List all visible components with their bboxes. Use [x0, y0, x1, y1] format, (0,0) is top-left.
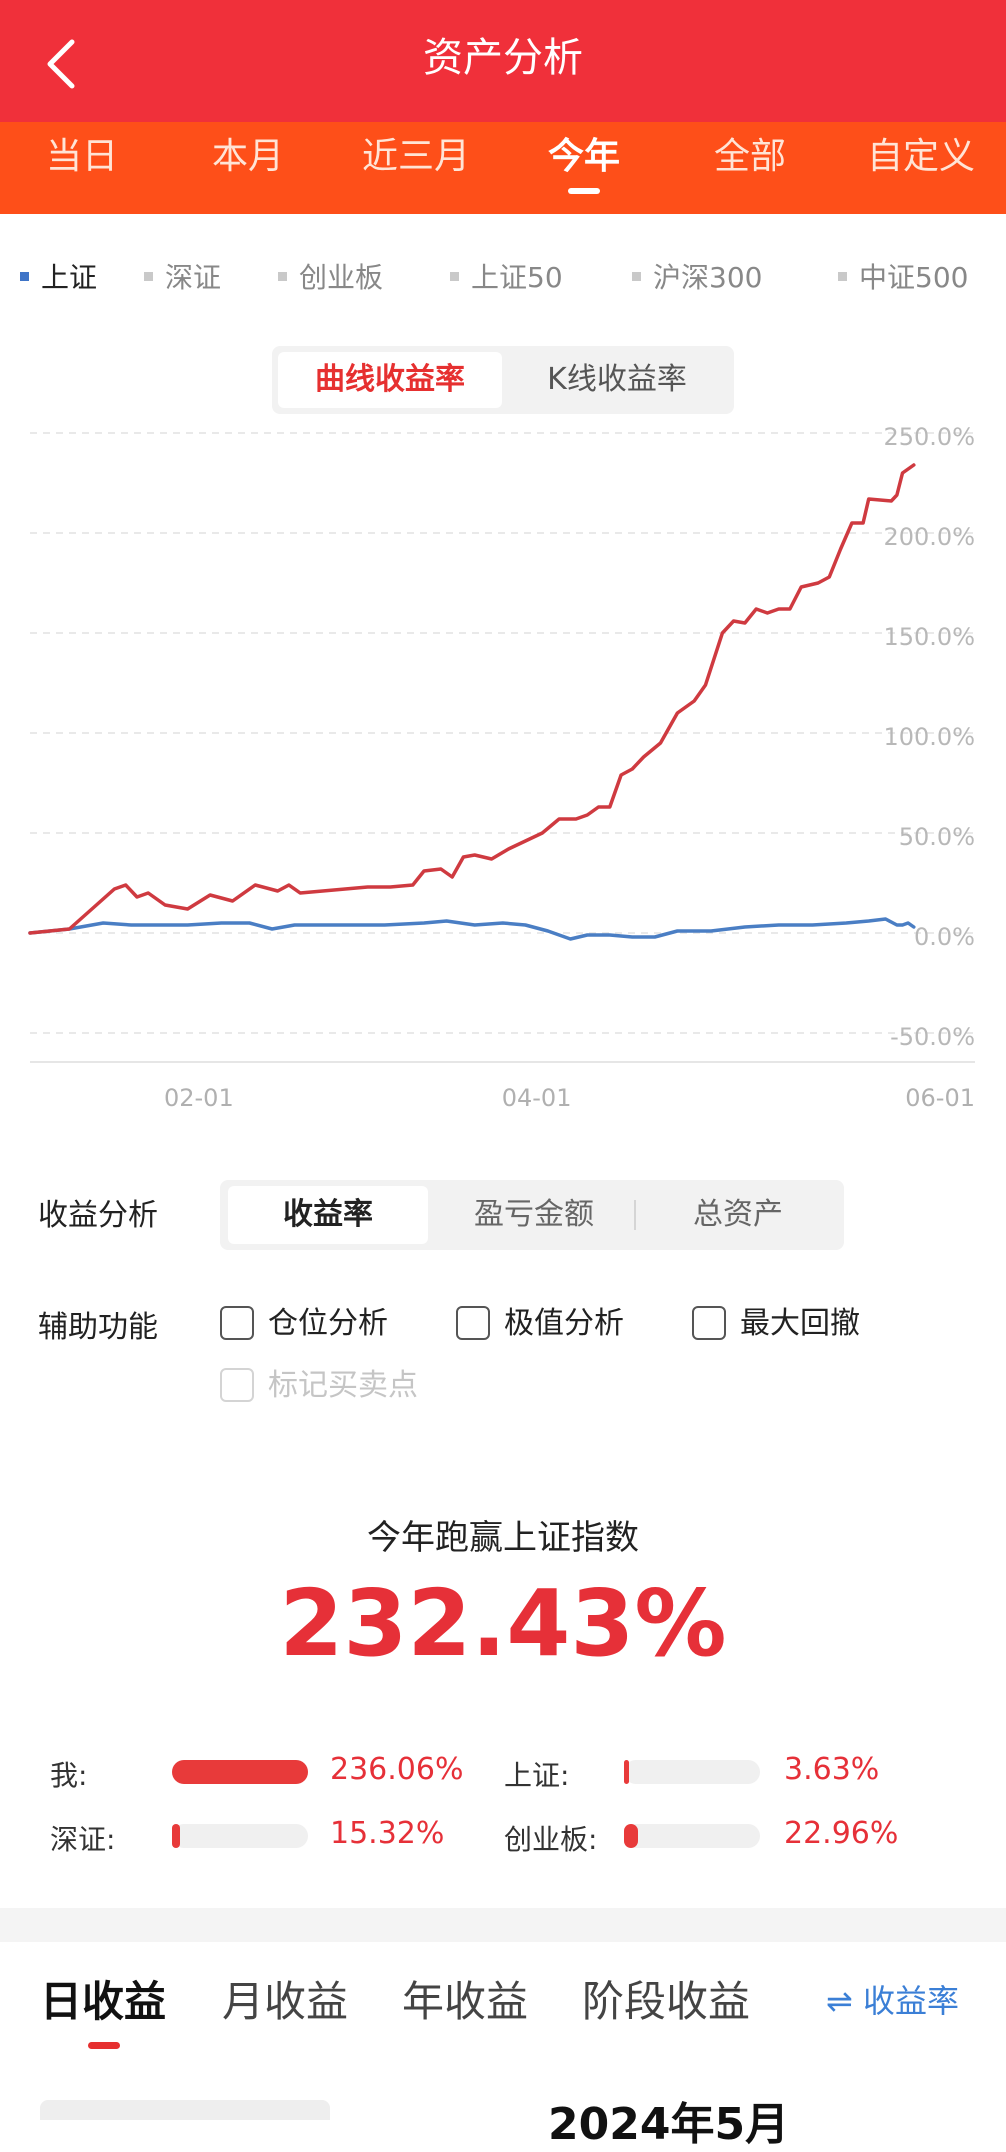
- compare-bar-fill: [172, 1824, 181, 1848]
- compare-value-shenzhen: 15.32%: [330, 1816, 445, 1851]
- compare-bar-shanghai: [624, 1760, 760, 1784]
- tab-this-month[interactable]: 本月: [188, 122, 308, 214]
- index-csi300[interactable]: 沪深300: [632, 256, 762, 296]
- y-tick-label: 200.0%: [883, 523, 975, 551]
- x-tick-label: 02-01: [164, 1084, 234, 1110]
- tab-monthly-return[interactable]: 月收益: [222, 1968, 348, 2029]
- checkbox-mark-trades[interactable]: 标记买卖点: [220, 1364, 418, 1408]
- compare-bar-fill: [624, 1824, 638, 1848]
- aux-label: 辅助功能: [38, 1310, 158, 1345]
- x-tick-label: 04-01: [502, 1084, 572, 1110]
- legend-square-icon: [450, 271, 459, 281]
- index-shanghai[interactable]: 上证: [20, 256, 97, 296]
- bottom-tab-underline: [88, 2042, 120, 2049]
- calendar-month-title: 2024年5月: [548, 2099, 790, 2150]
- period-tab-bar: 当日 本月 近三月 今年 全部 自定义: [0, 122, 1006, 214]
- mode-curve-return[interactable]: 曲线收益率: [278, 352, 502, 408]
- x-tick-label: 06-01: [905, 1084, 975, 1110]
- tab-custom[interactable]: 自定义: [856, 122, 986, 214]
- y-tick-label: -50.0%: [890, 1023, 975, 1051]
- y-tick-label: 50.0%: [899, 823, 975, 851]
- compare-label-me: 我:: [50, 1759, 88, 1792]
- tab-three-months[interactable]: 近三月: [346, 122, 486, 214]
- compare-bar-shenzhen: [172, 1824, 308, 1848]
- seg-profit-amount[interactable]: 盈亏金额: [434, 1186, 634, 1244]
- compare-label-shanghai: 上证:: [504, 1759, 570, 1792]
- series-line: [28, 463, 916, 935]
- y-tick-label: 150.0%: [883, 623, 975, 651]
- return-rate-toggle[interactable]: ⇌ 收益率: [826, 1976, 959, 2022]
- tab-all[interactable]: 全部: [690, 122, 810, 214]
- calendar-peek: [40, 2100, 330, 2120]
- tab-this-year[interactable]: 今年: [524, 122, 644, 214]
- seg-return-rate[interactable]: 收益率: [228, 1186, 428, 1244]
- segment-divider: [634, 1200, 636, 1230]
- index-shenzhen[interactable]: 深证: [144, 256, 221, 296]
- y-tick-label: 250.0%: [883, 423, 975, 451]
- index-chinext[interactable]: 创业板: [278, 256, 383, 296]
- seg-total-assets[interactable]: 总资产: [638, 1186, 838, 1244]
- compare-bar-me: [172, 1760, 308, 1784]
- analysis-segmented-control: 收益率 盈亏金额 总资产: [220, 1180, 844, 1250]
- compare-bar-fill: [172, 1760, 308, 1784]
- compare-value-shanghai: 3.63%: [784, 1752, 880, 1787]
- checkbox-max-drawdown[interactable]: 最大回撤: [692, 1302, 860, 1346]
- analysis-label: 收益分析: [38, 1198, 158, 1233]
- tab-today[interactable]: 当日: [22, 122, 142, 214]
- legend-square-icon: [20, 271, 29, 281]
- legend-square-icon: [632, 271, 641, 281]
- checkbox-icon: [220, 1367, 254, 1402]
- tab-yearly-return[interactable]: 年收益: [402, 1968, 528, 2029]
- y-tick-label: 100.0%: [883, 723, 975, 751]
- checkbox-icon: [692, 1305, 726, 1340]
- swap-icon: ⇌: [826, 1982, 853, 2020]
- return-chart: 250.0% 200.0% 150.0% 100.0% 50.0% 0.0% -50.0% 0…: [0, 410, 1006, 1112]
- compare-value-chinext: 22.96%: [784, 1816, 899, 1851]
- compare-label-shenzhen: 深证:: [50, 1823, 116, 1856]
- legend-square-icon: [278, 271, 287, 281]
- checkbox-icon: [456, 1305, 490, 1340]
- tab-daily-return[interactable]: 日收益: [40, 1968, 166, 2029]
- legend-square-icon: [838, 271, 847, 281]
- compare-value-me: 236.06%: [330, 1752, 464, 1787]
- checkbox-icon: [220, 1305, 254, 1340]
- chart-mode-toggle: 曲线收益率 K线收益率: [272, 346, 734, 414]
- mode-kline-return[interactable]: K线收益率: [506, 352, 728, 408]
- index-sse50[interactable]: 上证50: [450, 256, 563, 296]
- tab-underline: [568, 188, 600, 194]
- y-tick-label: 0.0%: [914, 923, 975, 951]
- return-chart-svg: 250.0% 200.0% 150.0% 100.0% 50.0% 0.0% -50.0% 0…: [28, 423, 975, 1112]
- compare-label-chinext: 创业板:: [504, 1823, 598, 1856]
- page-title: 资产分析: [423, 35, 583, 81]
- checkbox-extreme-analysis[interactable]: 极值分析: [456, 1302, 624, 1346]
- tab-period-return[interactable]: 阶段收益: [582, 1968, 750, 2029]
- checkbox-position-analysis[interactable]: 仓位分析: [220, 1302, 388, 1346]
- series-line: [28, 917, 916, 941]
- summary-value: 232.43%: [279, 1570, 727, 1677]
- compare-bar-chinext: [624, 1824, 760, 1848]
- summary-title: 今年跑赢上证指数: [367, 1518, 639, 1558]
- compare-bar-fill: [624, 1760, 630, 1784]
- legend-square-icon: [144, 271, 153, 281]
- section-separator: [0, 1908, 1006, 1942]
- index-csi500[interactable]: 中证500: [838, 256, 968, 296]
